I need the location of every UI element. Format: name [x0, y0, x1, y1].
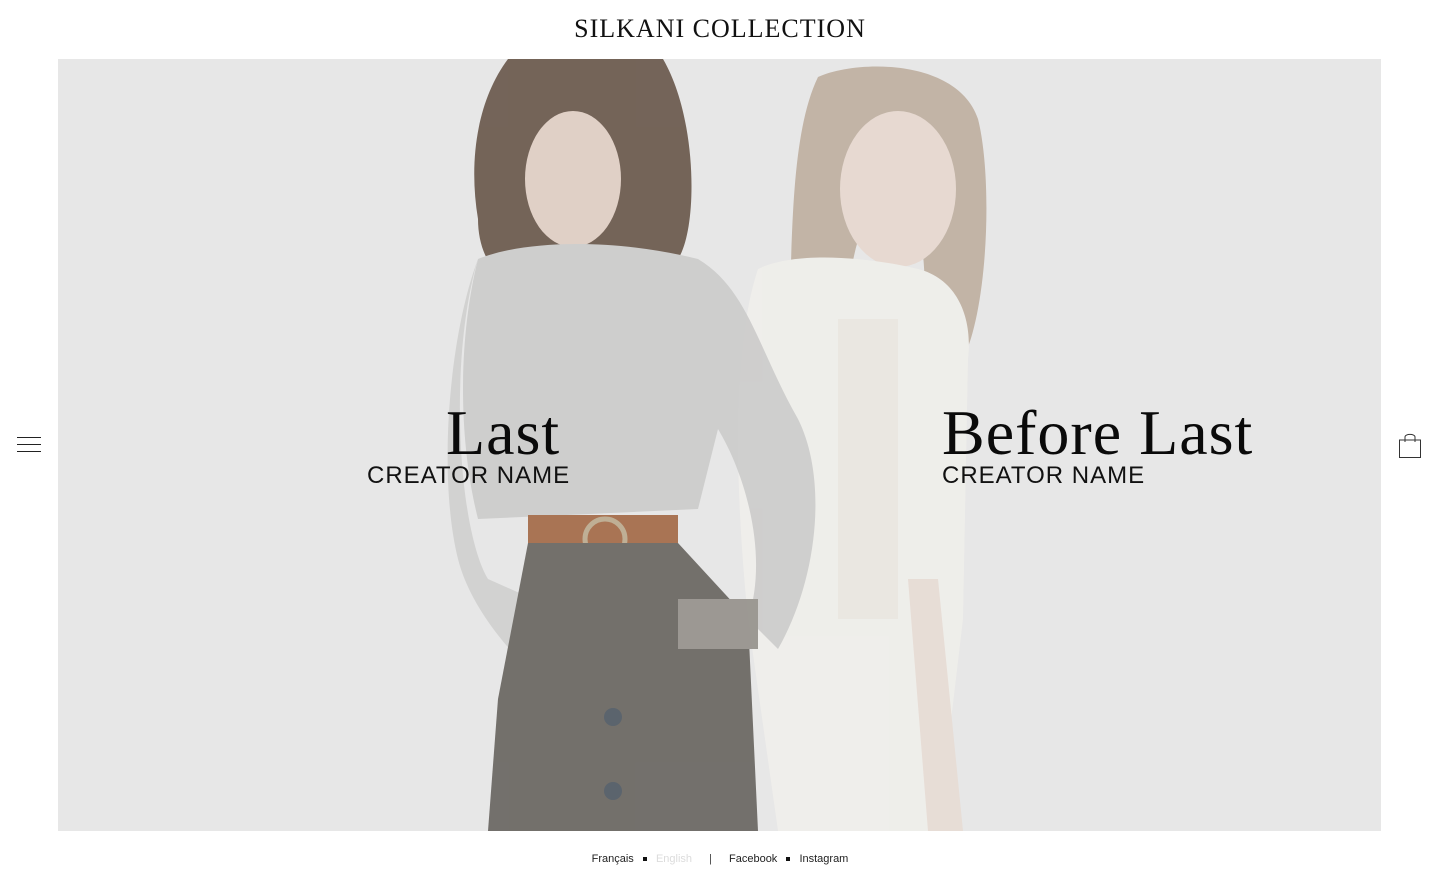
dot-separator	[786, 857, 791, 862]
hero-carousel: Last CREATOR NAME Before Last CREATOR NA…	[58, 59, 1381, 831]
shopping-bag-icon[interactable]	[1398, 431, 1422, 459]
slide-title-before-last[interactable]: Before Last	[942, 401, 1253, 465]
slide-creator-before-last: CREATOR NAME	[942, 462, 1146, 489]
instagram-link[interactable]: Instagram	[799, 853, 848, 865]
brand-logo[interactable]: SILKANI COLLECTION	[0, 14, 1440, 44]
language-french-link[interactable]: Français	[592, 853, 634, 865]
hamburger-menu-icon[interactable]	[17, 437, 41, 453]
footer-separator: |	[709, 853, 712, 866]
site-footer: Français English | Facebook Instagram	[0, 853, 1440, 865]
dot-separator	[642, 857, 647, 862]
slide-title-last[interactable]: Last	[446, 401, 560, 465]
slide-creator-last: CREATOR NAME	[367, 462, 571, 489]
facebook-link[interactable]: Facebook	[729, 853, 777, 865]
language-english-link[interactable]: English	[656, 853, 692, 865]
